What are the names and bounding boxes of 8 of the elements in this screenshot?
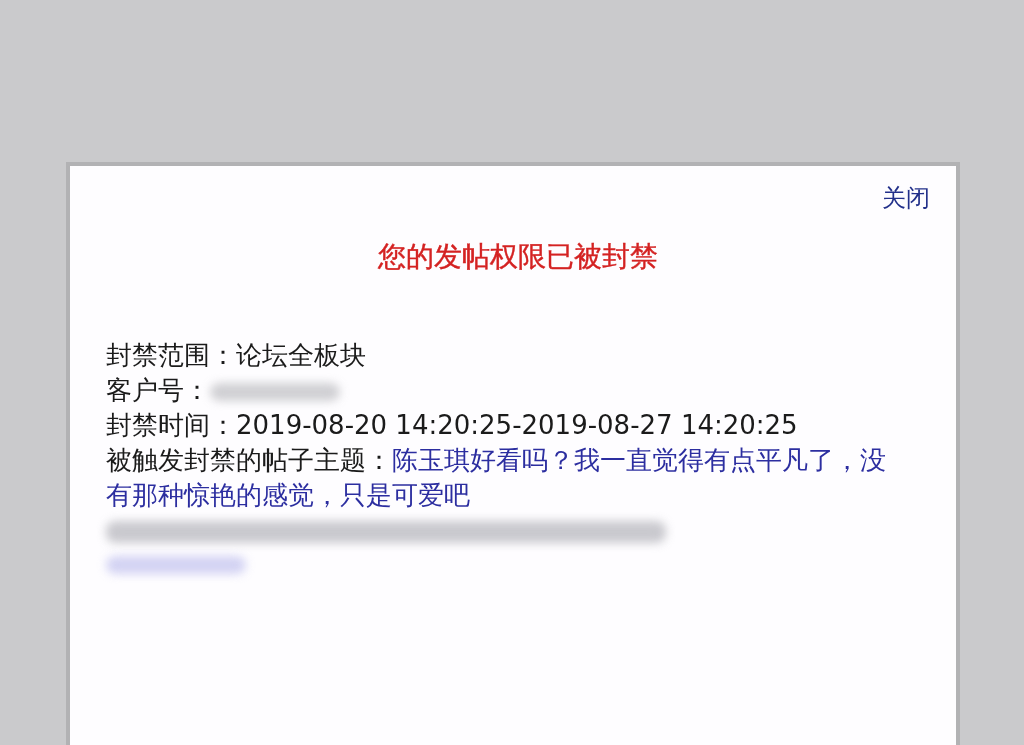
- field-label: 封禁范围：: [106, 340, 236, 370]
- close-link[interactable]: 关闭: [882, 182, 930, 214]
- dialog-title: 您的发帖权限已被封禁: [377, 239, 659, 275]
- post-topic-text: 被触发封禁的帖子主题：陈玉琪好看吗？我一直觉得有点平凡了，没有那种惊艳的感觉，只是可爱吧: [106, 444, 887, 512]
- field-value: 2019-08-20 14:20:25-2019-08-27 14:20:25: [236, 410, 798, 440]
- field-label: 客户号：: [106, 375, 210, 405]
- field-label: 封禁时间：: [106, 410, 236, 440]
- field-value: 论坛全板块: [236, 340, 366, 370]
